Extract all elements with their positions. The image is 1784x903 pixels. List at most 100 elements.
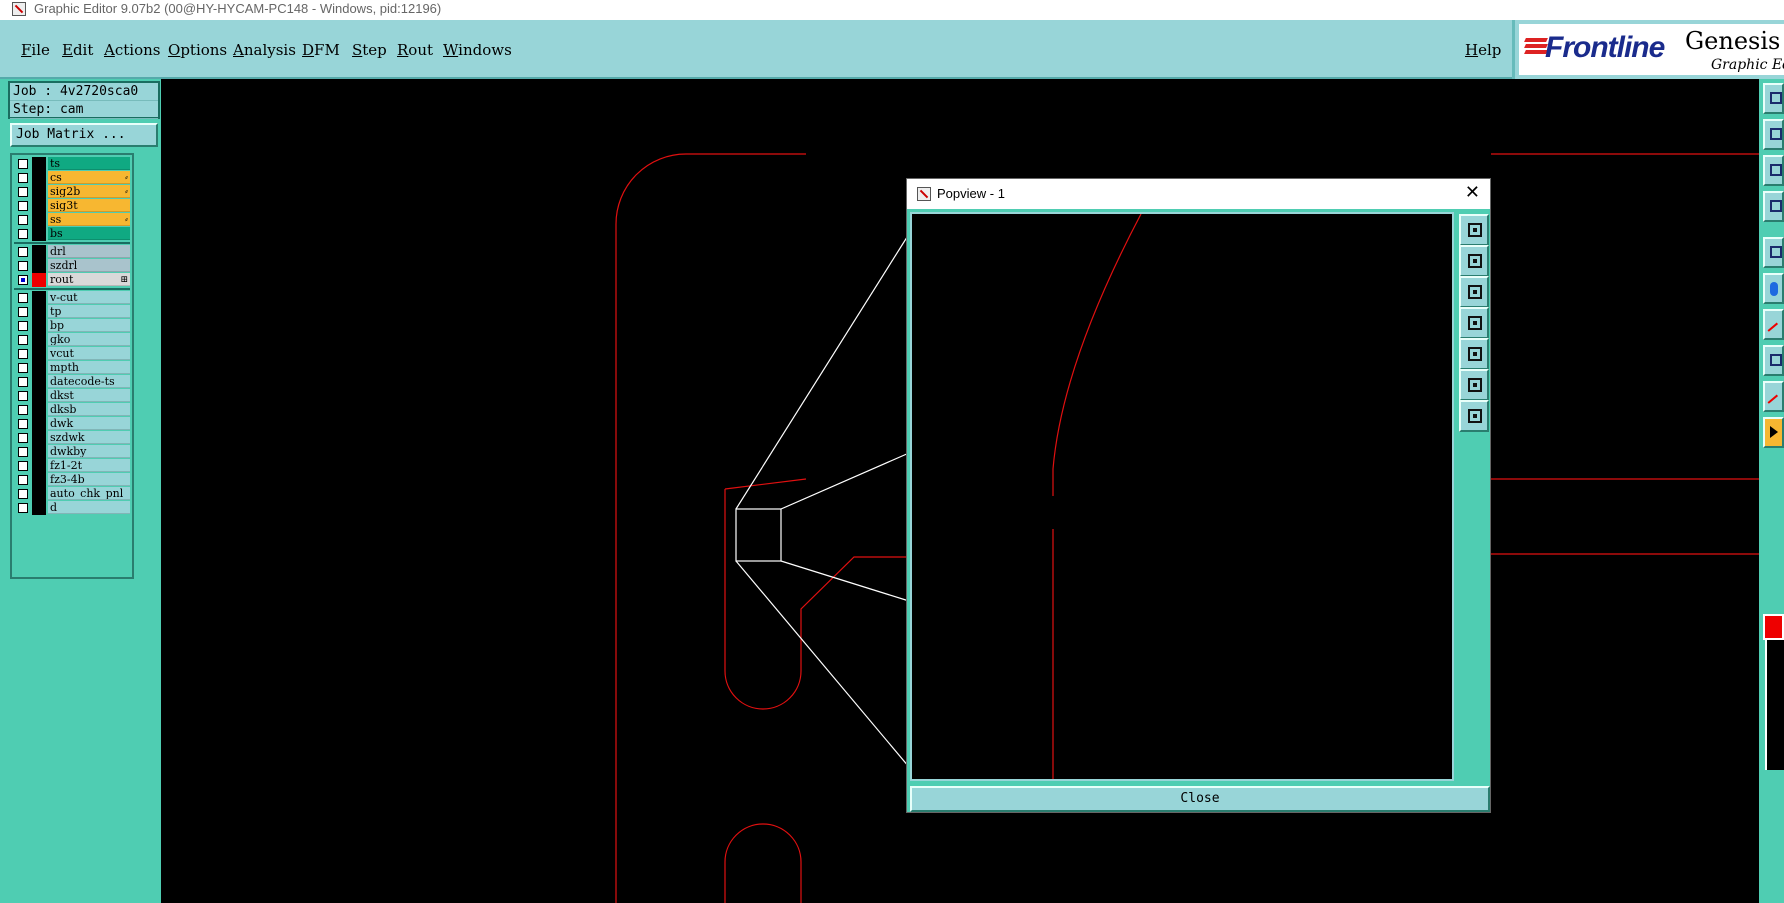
layer-color-swatch[interactable]	[32, 213, 46, 227]
color-tab[interactable]	[1763, 614, 1784, 640]
layer-name[interactable]: ts	[48, 157, 130, 170]
menu-options[interactable]: Options	[168, 41, 227, 59]
layer-row[interactable]: dksb	[14, 403, 130, 417]
layer-row[interactable]: dwkby	[14, 445, 130, 459]
zoom-fit-button[interactable]	[1459, 369, 1489, 401]
pan-right-button[interactable]	[1459, 338, 1489, 370]
move-tool-button[interactable]	[1763, 119, 1784, 150]
layer-row[interactable]: tp	[14, 305, 130, 319]
layer-name[interactable]: szdrl	[48, 259, 130, 272]
layer-name[interactable]: bs	[48, 227, 130, 240]
menu-help[interactable]: Help	[1465, 41, 1501, 59]
layer-name[interactable]: dkst	[48, 389, 130, 402]
layer-name[interactable]: dksb	[48, 403, 130, 416]
layer-checkbox[interactable]	[18, 335, 28, 345]
layer-name[interactable]: sig2b ⸗	[48, 185, 130, 198]
pan-up-button[interactable]	[1459, 245, 1489, 277]
layer-name[interactable]: auto_chk_pnl	[48, 487, 130, 500]
layer-checkbox[interactable]	[18, 159, 28, 169]
popview-title-bar[interactable]: Popview - 1 ✕	[907, 179, 1490, 209]
layer-color-swatch[interactable]	[32, 347, 46, 361]
menu-edit[interactable]: Edit	[62, 41, 93, 59]
layer-color-swatch[interactable]	[32, 431, 46, 445]
layer-color-swatch[interactable]	[32, 375, 46, 389]
layer-checkbox[interactable]	[18, 447, 28, 457]
layer-name[interactable]: v-cut	[48, 291, 130, 304]
layer-name[interactable]: drl	[48, 245, 130, 258]
layer-row[interactable]: bs	[14, 227, 130, 241]
layer-row[interactable]: datecode-ts	[14, 375, 130, 389]
surface-tool-button[interactable]	[1763, 381, 1784, 412]
layer-color-swatch[interactable]	[32, 185, 46, 199]
transform-tool-button[interactable]	[1763, 191, 1784, 222]
layer-name[interactable]: mpth	[48, 361, 130, 374]
layer-name[interactable]: d	[48, 501, 130, 514]
layer-row[interactable]: auto_chk_pnl	[14, 487, 130, 501]
layer-checkbox[interactable]	[18, 363, 28, 373]
layer-checkbox[interactable]	[18, 229, 28, 239]
popview-close-button[interactable]: Close	[910, 786, 1490, 812]
layer-checkbox[interactable]	[18, 215, 28, 225]
menu-step[interactable]: Step	[352, 41, 387, 59]
layer-checkbox[interactable]	[18, 293, 28, 303]
layer-checkbox[interactable]	[18, 433, 28, 443]
job-matrix-button[interactable]: Job Matrix ...	[10, 123, 158, 147]
layer-row[interactable]: ts	[14, 157, 130, 171]
pan-down-button[interactable]	[1459, 276, 1489, 308]
layer-color-swatch[interactable]	[32, 487, 46, 501]
layer-color-swatch[interactable]	[32, 199, 46, 213]
zoom-window-button[interactable]	[1459, 214, 1489, 246]
layer-color-swatch[interactable]	[32, 459, 46, 473]
layer-name[interactable]: fz1-2t	[48, 459, 130, 472]
layer-row[interactable]: fz3-4b	[14, 473, 130, 487]
layer-name[interactable]: szdwk	[48, 431, 130, 444]
layer-name[interactable]: sig3t	[48, 199, 130, 212]
layer-color-swatch[interactable]	[32, 445, 46, 459]
layer-color-swatch[interactable]	[32, 361, 46, 375]
layer-row[interactable]: dwk	[14, 417, 130, 431]
pan-left-button[interactable]	[1459, 307, 1489, 339]
layer-row[interactable]: ss ⸗	[14, 213, 130, 227]
menu-actions[interactable]: Actions	[104, 41, 160, 59]
layer-row[interactable]: mpth	[14, 361, 130, 375]
layer-color-swatch[interactable]	[32, 305, 46, 319]
layer-name[interactable]: bp	[48, 319, 130, 332]
layer-row[interactable]: sig2b ⸗	[14, 185, 130, 199]
layer-checkbox[interactable]	[18, 391, 28, 401]
layer-checkbox[interactable]	[18, 307, 28, 317]
layer-name[interactable]: rout ⊞	[48, 273, 130, 286]
layer-name[interactable]: tp	[48, 305, 130, 318]
layer-name[interactable]: cs ⸗	[48, 171, 130, 184]
layer-row[interactable]: gko	[14, 333, 130, 347]
layer-name[interactable]: dwk	[48, 417, 130, 430]
layer-name[interactable]: dwkby	[48, 445, 130, 458]
layer-row[interactable]: cs ⸗	[14, 171, 130, 185]
layer-color-swatch[interactable]	[32, 333, 46, 347]
layer-row[interactable]: d	[14, 501, 130, 515]
popview-canvas[interactable]	[910, 212, 1454, 781]
layer-name[interactable]: datecode-ts	[48, 375, 130, 388]
layer-row[interactable]: szdwk	[14, 431, 130, 445]
layer-checkbox[interactable]	[18, 405, 28, 415]
layer-checkbox[interactable]	[18, 275, 28, 285]
zoom-home-button[interactable]	[1459, 400, 1489, 432]
menu-dfm[interactable]: DFM	[302, 41, 340, 59]
layer-row[interactable]: rout ⊞	[14, 273, 130, 287]
layer-checkbox[interactable]	[18, 461, 28, 471]
layer-checkbox[interactable]	[18, 503, 28, 513]
layer-name[interactable]: fz3-4b	[48, 473, 130, 486]
layer-color-swatch[interactable]	[32, 389, 46, 403]
resize-tool-button[interactable]	[1763, 155, 1784, 186]
layer-color-swatch[interactable]	[32, 319, 46, 333]
layer-name[interactable]: vcut	[48, 347, 130, 360]
layer-checkbox[interactable]	[18, 349, 28, 359]
layer-checkbox[interactable]	[18, 475, 28, 485]
layer-name[interactable]: gko	[48, 333, 130, 346]
menu-rout[interactable]: Rout	[397, 41, 433, 59]
run-tool-button[interactable]	[1763, 417, 1784, 448]
select-tool-button[interactable]	[1763, 237, 1784, 268]
layer-checkbox[interactable]	[18, 261, 28, 271]
arc-tool-button[interactable]	[1763, 345, 1784, 376]
layer-color-swatch[interactable]	[32, 501, 46, 515]
layer-checkbox[interactable]	[18, 247, 28, 257]
